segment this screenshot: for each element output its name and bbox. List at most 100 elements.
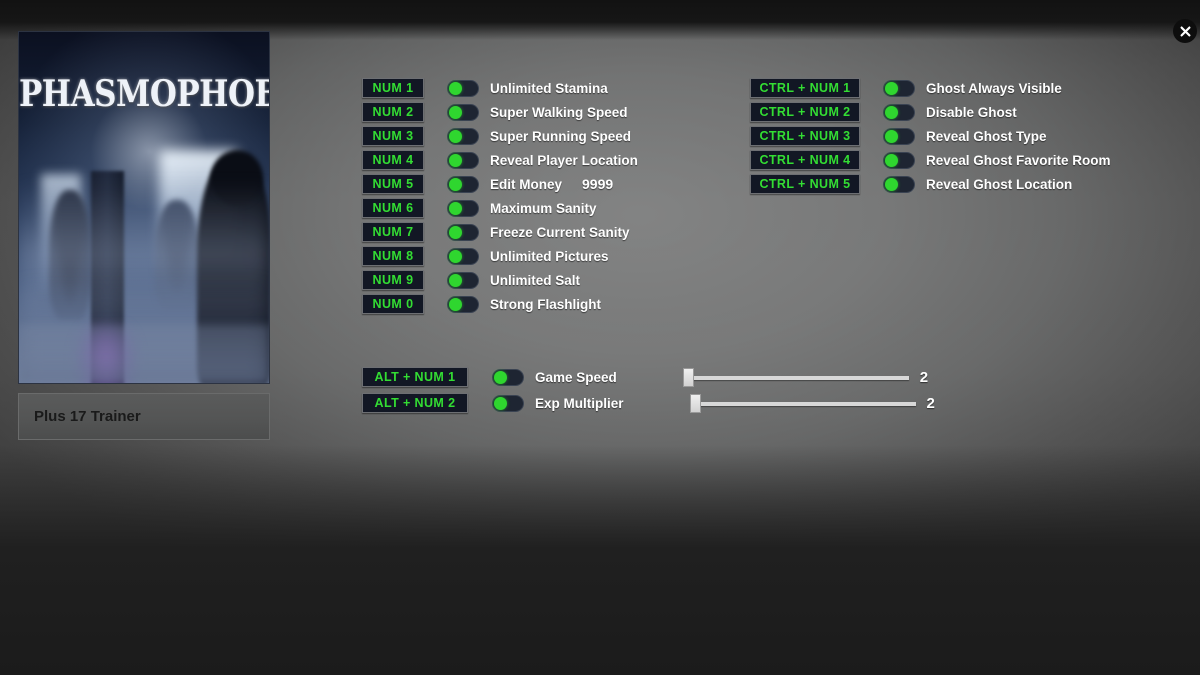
hotkey-button-num-0[interactable]: NUM 0 [362, 294, 424, 314]
toggle-knob [449, 129, 462, 143]
toggle-knob [885, 105, 898, 119]
option-label-strong-flashlight: Strong Flashlight [490, 296, 601, 312]
option-label-unlimited-stamina: Unlimited Stamina [490, 80, 608, 96]
toggle-game-speed[interactable] [492, 368, 524, 386]
toggle-knob [449, 153, 462, 167]
toggle-maximum-sanity[interactable] [447, 199, 479, 217]
toggle-reveal-ghost-type[interactable] [883, 127, 915, 145]
option-row: NUM 1 Unlimited Stamina [362, 76, 638, 100]
option-label-edit-money: Edit Money [490, 176, 563, 192]
slider-exp-multiplier[interactable] [689, 394, 916, 413]
toggle-ghost-always-visible[interactable] [883, 79, 915, 97]
slider-label-game-speed: Game Speed [535, 369, 617, 385]
option-row: NUM 4 Reveal Player Location [362, 148, 638, 172]
option-row: NUM 7 Freeze Current Sanity [362, 220, 638, 244]
toggle-knob [449, 249, 462, 263]
trainer-name-label: Plus 17 Trainer [34, 408, 141, 425]
slider-track[interactable] [688, 376, 909, 380]
slider-handle[interactable] [682, 368, 694, 387]
game-title: PHASMOPHOBIA [19, 72, 269, 116]
option-label-unlimited-salt: Unlimited Salt [490, 272, 581, 288]
ghost-silhouette-right-head [211, 150, 263, 206]
slider-game-speed[interactable] [682, 368, 909, 387]
slider-value-game-speed: 2 [919, 368, 929, 386]
toggle-knob [449, 297, 462, 311]
option-row: NUM 9 Unlimited Salt [362, 268, 638, 292]
slider-value-exp-multiplier: 2 [926, 394, 935, 412]
slider-row: ALT + NUM 2 Exp Multiplier 2 [362, 390, 935, 416]
toggle-edit-money[interactable] [447, 175, 479, 193]
hotkey-button-num-5[interactable]: NUM 5 [362, 174, 424, 194]
slider-label-exp-multiplier: Exp Multiplier [535, 395, 624, 411]
hotkey-button-num-7[interactable]: NUM 7 [362, 222, 424, 242]
ghost-silhouette-left [49, 190, 91, 320]
toggle-knob [885, 81, 898, 95]
toggle-exp-multiplier[interactable] [492, 394, 524, 412]
hotkey-button-alt-num-2[interactable]: ALT + NUM 2 [362, 393, 468, 413]
toggle-strong-flashlight[interactable] [447, 295, 479, 313]
option-row: CTRL + NUM 2 Disable Ghost [750, 100, 1111, 124]
option-label-disable-ghost: Disable Ghost [926, 104, 1017, 120]
option-row: NUM 8 Unlimited Pictures [362, 244, 638, 268]
game-cover-panel: PHASMOPHOBIA Plus 17 Trainer [18, 31, 270, 440]
toggle-knob [885, 129, 898, 143]
hotkey-button-num-1[interactable]: NUM 1 [362, 78, 424, 98]
close-button[interactable] [1173, 19, 1197, 43]
option-row: NUM 3 Super Running Speed [362, 124, 638, 148]
toggle-knob [449, 225, 462, 239]
toggle-knob [449, 273, 462, 287]
hotkey-button-ctrl-num-3[interactable]: CTRL + NUM 3 [750, 126, 860, 146]
toggle-reveal-ghost-location[interactable] [883, 175, 915, 193]
toggle-disable-ghost[interactable] [883, 103, 915, 121]
option-label-super-walking-speed: Super Walking Speed [490, 104, 628, 120]
toggle-reveal-player-location[interactable] [447, 151, 479, 169]
toggle-knob [885, 153, 898, 167]
hotkey-button-ctrl-num-4[interactable]: CTRL + NUM 4 [750, 150, 860, 170]
hotkey-button-ctrl-num-1[interactable]: CTRL + NUM 1 [750, 78, 860, 98]
options-column-sliders: ALT + NUM 1 Game Speed 2 ALT + NUM 2 Exp Mul… [362, 364, 935, 416]
ghost-silhouette-center [155, 200, 199, 310]
options-column-left: NUM 1 Unlimited Stamina NUM 2 Super Walking… [362, 76, 638, 316]
toggle-knob [885, 177, 898, 191]
option-label-reveal-ghost-location: Reveal Ghost Location [926, 176, 1073, 192]
slider-handle[interactable] [689, 394, 701, 413]
toggle-freeze-current-sanity[interactable] [447, 223, 479, 241]
option-row: NUM 2 Super Walking Speed [362, 100, 638, 124]
game-cover-art: PHASMOPHOBIA [18, 31, 270, 384]
hotkey-button-num-3[interactable]: NUM 3 [362, 126, 424, 146]
option-label-ghost-always-visible: Ghost Always Visible [926, 80, 1062, 96]
option-label-unlimited-pictures: Unlimited Pictures [490, 248, 609, 264]
option-value-edit-money[interactable]: 9999 [582, 176, 613, 192]
option-label-maximum-sanity: Maximum Sanity [490, 200, 597, 216]
option-row: CTRL + NUM 3 Reveal Ghost Type [750, 124, 1111, 148]
toggle-super-running-speed[interactable] [447, 127, 479, 145]
hotkey-button-num-9[interactable]: NUM 9 [362, 270, 424, 290]
hotkey-button-num-6[interactable]: NUM 6 [362, 198, 424, 218]
toggle-knob [449, 81, 462, 95]
toggle-knob [449, 105, 462, 119]
option-row: NUM 5 Edit Money 9999 [362, 172, 638, 196]
toggle-unlimited-stamina[interactable] [447, 79, 479, 97]
toggle-unlimited-salt[interactable] [447, 271, 479, 289]
hotkey-button-num-4[interactable]: NUM 4 [362, 150, 424, 170]
slider-track[interactable] [695, 402, 916, 406]
hotkey-button-num-2[interactable]: NUM 2 [362, 102, 424, 122]
option-row: CTRL + NUM 4 Reveal Ghost Favorite Room [750, 148, 1111, 172]
hotkey-button-alt-num-1[interactable]: ALT + NUM 1 [362, 367, 468, 387]
toggle-knob [449, 201, 462, 215]
option-label-super-running-speed: Super Running Speed [490, 128, 632, 144]
option-row: CTRL + NUM 1 Ghost Always Visible [750, 76, 1111, 100]
toggle-reveal-ghost-favorite-room[interactable] [883, 151, 915, 169]
hotkey-button-ctrl-num-5[interactable]: CTRL + NUM 5 [750, 174, 860, 194]
option-row: CTRL + NUM 5 Reveal Ghost Location [750, 172, 1111, 196]
toggle-knob [494, 396, 507, 410]
hotkey-button-ctrl-num-2[interactable]: CTRL + NUM 2 [750, 102, 860, 122]
option-label-freeze-current-sanity: Freeze Current Sanity [490, 224, 630, 240]
options-column-right: CTRL + NUM 1 Ghost Always Visible CTRL + N… [750, 76, 1111, 196]
hotkey-button-num-8[interactable]: NUM 8 [362, 246, 424, 266]
option-label-reveal-ghost-favorite-room: Reveal Ghost Favorite Room [926, 152, 1111, 168]
option-label-reveal-player-location: Reveal Player Location [490, 152, 638, 168]
toggle-unlimited-pictures[interactable] [447, 247, 479, 265]
corridor-floor [19, 325, 269, 383]
toggle-super-walking-speed[interactable] [447, 103, 479, 121]
